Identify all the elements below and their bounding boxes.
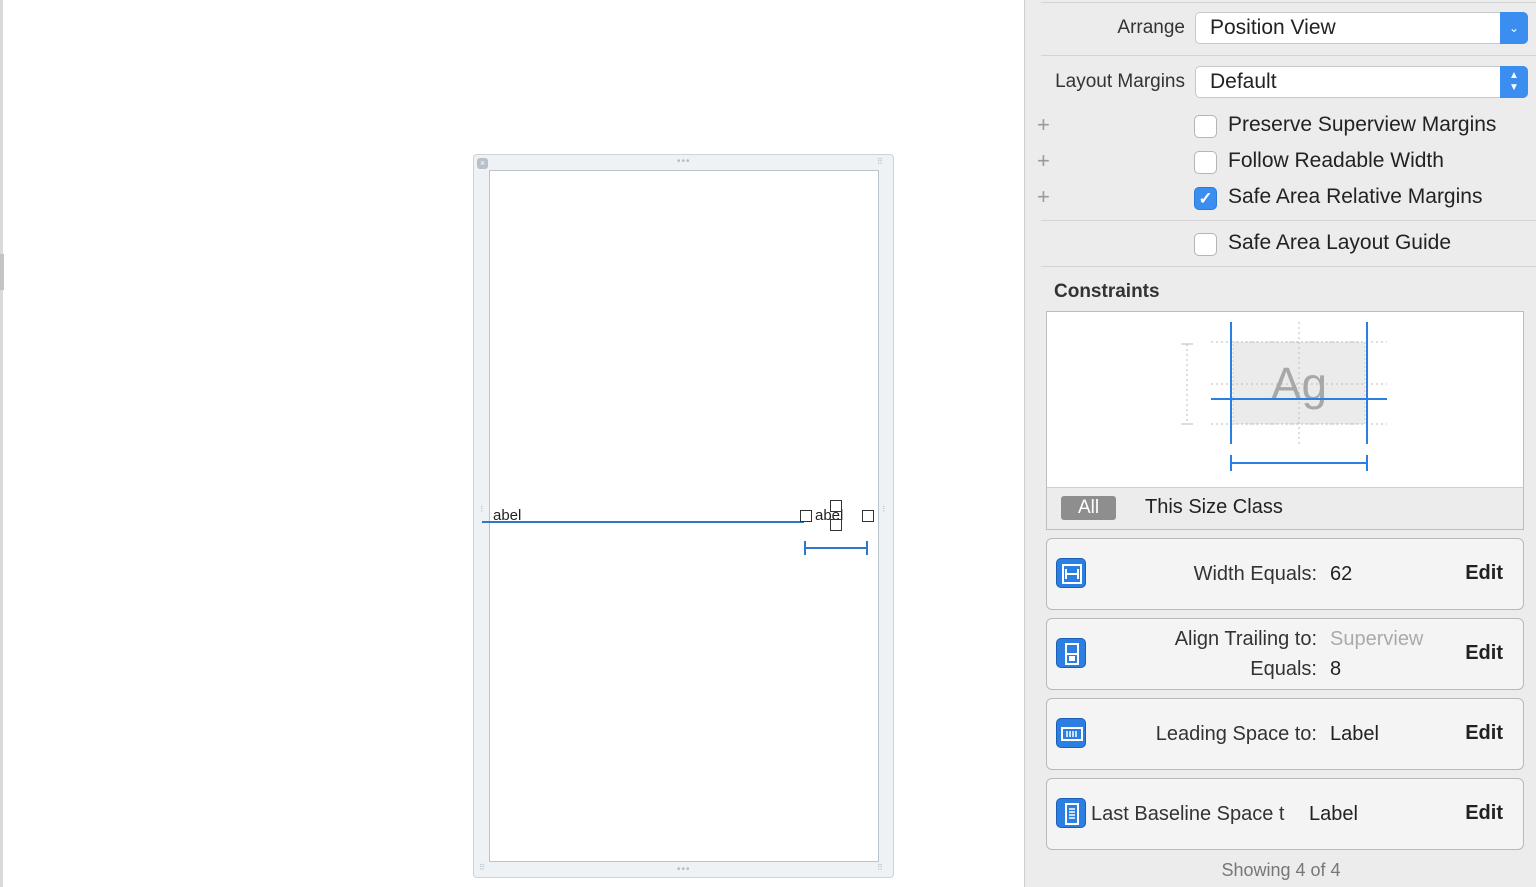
side-grip-icon[interactable]: ⠇ bbox=[480, 506, 487, 514]
safe-area-layout-guide-label: Safe Area Layout Guide bbox=[1228, 231, 1451, 254]
chevron-down-icon[interactable]: ⌄ bbox=[1500, 12, 1528, 44]
arrange-popup[interactable]: Position View ⌄ bbox=[1195, 12, 1528, 44]
leading-constraint-line[interactable] bbox=[482, 521, 804, 523]
edit-button[interactable]: Edit bbox=[1465, 722, 1503, 745]
constraint-value: Label bbox=[1309, 803, 1358, 825]
safe-area-relative-margins-checkbox[interactable]: ✓ bbox=[1194, 187, 1217, 210]
constraint-value: Label bbox=[1330, 723, 1379, 745]
corner-grip-icon[interactable]: ⠿ bbox=[479, 864, 486, 872]
divider bbox=[1041, 220, 1536, 221]
scene-close-icon[interactable]: × bbox=[477, 158, 488, 169]
resize-handle-left[interactable] bbox=[800, 510, 812, 522]
follow-readable-width-label: Follow Readable Width bbox=[1228, 149, 1444, 172]
arrange-value: Position View bbox=[1210, 16, 1336, 39]
add-variation-icon[interactable]: + bbox=[1037, 150, 1051, 172]
canvas-left-edge bbox=[0, 0, 4, 887]
width-constraint-indicator[interactable] bbox=[804, 541, 868, 555]
constraint-value-2: 8 bbox=[1330, 658, 1342, 680]
corner-grip-icon[interactable]: ⠿ bbox=[877, 864, 884, 872]
leading-space-icon bbox=[1056, 718, 1086, 748]
this-size-class-button[interactable]: This Size Class bbox=[1145, 496, 1283, 519]
edit-button[interactable]: Edit bbox=[1465, 642, 1503, 665]
align-trailing-icon bbox=[1056, 638, 1086, 668]
constraints-editor[interactable]: Ag All This Size Class bbox=[1046, 311, 1524, 530]
top-grip-icon[interactable]: ••• bbox=[677, 157, 691, 167]
safe-area-relative-margins-label: Safe Area Relative Margins bbox=[1228, 185, 1483, 208]
baseline-space-icon bbox=[1056, 798, 1086, 828]
edit-button[interactable]: Edit bbox=[1465, 802, 1503, 825]
constraints-heading: Constraints bbox=[1054, 281, 1160, 302]
layout-margins-popup[interactable]: Default ▲ ▼ bbox=[1195, 66, 1528, 98]
constraint-key: Width Equals: bbox=[1193, 563, 1317, 585]
resize-handle-right[interactable] bbox=[862, 510, 874, 522]
constraint-value: 62 bbox=[1330, 563, 1353, 585]
constraint-key: Align Trailing to: bbox=[1174, 628, 1317, 650]
constraint-value: Superview bbox=[1330, 628, 1424, 650]
constraint-key-2: Equals: bbox=[1250, 658, 1317, 680]
constraint-row-baseline-space[interactable]: Last Baseline Space t Label Edit bbox=[1046, 778, 1524, 850]
constraint-row-width[interactable]: Width Equals: 62 Edit bbox=[1046, 538, 1524, 610]
storyboard-canvas[interactable]: × ••• ⠿ ••• ⠿ ⠿ ⠇ ⠇ abel abel bbox=[0, 0, 1024, 887]
bottom-grip-icon[interactable]: ••• bbox=[677, 865, 691, 875]
preview-text: Ag bbox=[1271, 358, 1327, 410]
divider bbox=[1041, 55, 1536, 56]
resize-handle-bottom[interactable] bbox=[830, 519, 842, 531]
add-variation-icon[interactable]: + bbox=[1037, 186, 1051, 208]
resize-handle-top[interactable] bbox=[830, 500, 842, 512]
edit-button[interactable]: Edit bbox=[1465, 562, 1503, 585]
size-class-bar: All This Size Class bbox=[1047, 487, 1523, 529]
constraints-count: Showing 4 of 4 bbox=[1221, 860, 1341, 880]
corner-grip-icon[interactable]: ⠿ bbox=[877, 158, 884, 166]
arrange-label: Arrange bbox=[1117, 17, 1185, 38]
preserve-superview-margins-checkbox[interactable] bbox=[1194, 115, 1217, 138]
side-grip-icon[interactable]: ⠇ bbox=[882, 506, 889, 514]
divider bbox=[1041, 2, 1536, 3]
all-size-classes-button[interactable]: All bbox=[1061, 496, 1116, 520]
constraint-key: Last Baseline Space t bbox=[1091, 803, 1285, 825]
preserve-superview-margins-label: Preserve Superview Margins bbox=[1228, 113, 1497, 136]
constraint-row-leading-space[interactable]: Leading Space to: Label Edit bbox=[1046, 698, 1524, 770]
stepper-icon[interactable]: ▲ ▼ bbox=[1500, 66, 1528, 98]
layout-margins-value: Default bbox=[1210, 70, 1277, 93]
view-controller-scene[interactable]: × ••• ⠿ ••• ⠿ ⠿ ⠇ ⠇ abel abel bbox=[473, 154, 894, 878]
constraint-row-align-trailing[interactable]: Align Trailing to: Superview Equals: 8 E… bbox=[1046, 618, 1524, 690]
left-label[interactable]: abel bbox=[493, 507, 521, 524]
divider bbox=[1041, 266, 1536, 267]
constraint-key: Leading Space to: bbox=[1155, 723, 1317, 745]
size-inspector: Arrange Position View ⌄ Layout Margins D… bbox=[1024, 0, 1536, 887]
add-variation-icon[interactable]: + bbox=[1037, 114, 1051, 136]
width-constraint-icon bbox=[1056, 558, 1086, 588]
safe-area-layout-guide-checkbox[interactable] bbox=[1194, 233, 1217, 256]
follow-readable-width-checkbox[interactable] bbox=[1194, 151, 1217, 174]
layout-margins-label: Layout Margins bbox=[1055, 71, 1185, 92]
constraints-diagram[interactable]: Ag bbox=[1047, 312, 1523, 487]
